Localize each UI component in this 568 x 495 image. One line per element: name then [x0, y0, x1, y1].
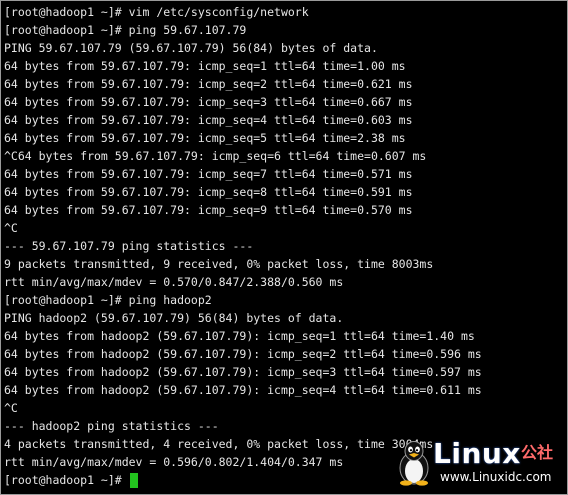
terminal-line: 64 bytes from 59.67.107.79: icmp_seq=4 t…: [4, 113, 413, 127]
terminal-line: 64 bytes from 59.67.107.79: icmp_seq=3 t…: [4, 95, 413, 109]
terminal-line: --- 59.67.107.79 ping statistics ---: [4, 239, 254, 253]
terminal-line: rtt min/avg/max/mdev = 0.570/0.847/2.388…: [4, 275, 344, 289]
terminal-line: ^C: [4, 221, 18, 235]
terminal-window[interactable]: [root@hadoop1 ~]# vim /etc/sysconfig/net…: [0, 0, 568, 495]
terminal-line: 64 bytes from 59.67.107.79: icmp_seq=9 t…: [4, 203, 413, 217]
terminal-line: 64 bytes from 59.67.107.79: icmp_seq=7 t…: [4, 167, 413, 181]
watermark-domain: www.Linuxidc.com: [440, 470, 552, 484]
terminal-line: [root@hadoop1 ~]# ping 59.67.107.79: [4, 23, 247, 37]
watermark-brand: Linux: [433, 437, 521, 470]
terminal-line: 64 bytes from 59.67.107.79: icmp_seq=5 t…: [4, 131, 406, 145]
terminal-output[interactable]: [root@hadoop1 ~]# vim /etc/sysconfig/net…: [4, 3, 567, 494]
terminal-line: 9 packets transmitted, 9 received, 0% pa…: [4, 257, 434, 271]
watermark-logo: Linux 公社 www.Linuxidc.com: [396, 438, 561, 490]
terminal-cursor[interactable]: [129, 472, 138, 488]
terminal-line: --- hadoop2 ping statistics ---: [4, 419, 219, 433]
terminal-line: 64 bytes from hadoop2 (59.67.107.79): ic…: [4, 347, 482, 361]
terminal-line: 64 bytes from 59.67.107.79: icmp_seq=8 t…: [4, 185, 413, 199]
terminal-line: 64 bytes from hadoop2 (59.67.107.79): ic…: [4, 383, 482, 397]
watermark-suffix: 公社: [521, 443, 554, 462]
terminal-line: [root@hadoop1 ~]# ping hadoop2: [4, 293, 212, 307]
terminal-line: ^C: [4, 401, 18, 415]
terminal-line: PING hadoop2 (59.67.107.79) 56(84) bytes…: [4, 311, 344, 325]
terminal-line: 64 bytes from hadoop2 (59.67.107.79): ic…: [4, 329, 475, 343]
tux-penguin-icon: [399, 441, 429, 486]
terminal-line: ^C64 bytes from 59.67.107.79: icmp_seq=6…: [4, 149, 427, 163]
terminal-line: [root@hadoop1 ~]# vim /etc/sysconfig/net…: [4, 5, 309, 19]
terminal-line: PING 59.67.107.79 (59.67.107.79) 56(84) …: [4, 41, 378, 55]
terminal-line: 64 bytes from 59.67.107.79: icmp_seq=1 t…: [4, 59, 406, 73]
terminal-line: 64 bytes from 59.67.107.79: icmp_seq=2 t…: [4, 77, 413, 91]
shell-prompt: [root@hadoop1 ~]#: [4, 473, 129, 487]
terminal-line: 64 bytes from hadoop2 (59.67.107.79): ic…: [4, 365, 482, 379]
